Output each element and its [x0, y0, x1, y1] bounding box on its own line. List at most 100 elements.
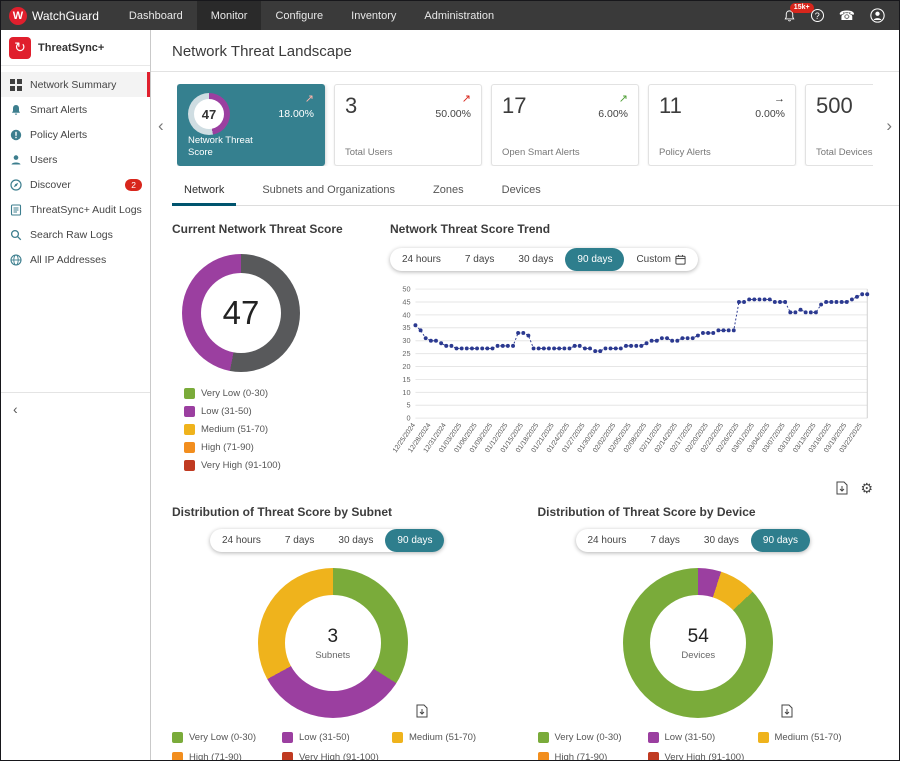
svg-text:15: 15	[402, 375, 410, 384]
phone-support-icon[interactable]: ☎	[839, 9, 855, 22]
brand-name: WatchGuard	[32, 9, 99, 23]
range-label: 7 days	[650, 535, 679, 546]
threat-score-gauge: 47	[182, 254, 300, 372]
legend-swatch	[538, 752, 549, 760]
export-icon[interactable]	[416, 704, 428, 718]
legend-swatch	[648, 752, 659, 760]
range-label: 24 hours	[402, 254, 441, 265]
sidebar-collapse-chevron-icon[interactable]: ‹	[1, 392, 150, 425]
trend-range-custom[interactable]: Custom	[624, 248, 697, 271]
sidebar-item-label: Users	[30, 154, 57, 166]
tab-bar: Network Subnets and Organizations Zones Dev…	[172, 176, 899, 206]
product-header[interactable]: ↻ ThreatSync+	[1, 30, 150, 66]
device-range-7-days[interactable]: 7 days	[638, 529, 691, 552]
stat-card-network-threat-score[interactable]: 47Network Threat Score↗18.00%	[177, 84, 325, 166]
subnet-range-90-days[interactable]: 90 days	[385, 529, 444, 552]
export-icon[interactable]	[836, 481, 848, 495]
sidebar-item-policy-alerts[interactable]: Policy Alerts	[1, 122, 150, 147]
tab-subnets-and-organizations[interactable]: Subnets and Organizations	[250, 176, 407, 206]
stat-label: Policy Alerts	[659, 147, 711, 158]
stat-card-policy-alerts[interactable]: 11Policy Alerts→0.00%	[648, 84, 796, 166]
trend-range-7-days[interactable]: 7 days	[453, 248, 506, 271]
trend-range-90-days[interactable]: 90 days	[565, 248, 624, 271]
compass-icon	[9, 179, 23, 191]
device-range-90-days[interactable]: 90 days	[751, 529, 810, 552]
nav-item-inventory[interactable]: Inventory	[337, 1, 410, 30]
legend-swatch	[538, 732, 549, 743]
range-label: 7 days	[465, 254, 494, 265]
gear-icon[interactable]: ⚙	[860, 481, 873, 495]
sidebar-item-search-raw-logs[interactable]: Search Raw Logs	[1, 222, 150, 247]
legend-label: Medium (51-70)	[201, 424, 268, 435]
svg-text:0: 0	[406, 414, 410, 423]
legend-item-medium-51-70: Medium (51-70)	[184, 424, 384, 435]
sidebar-item-label: Policy Alerts	[30, 129, 87, 141]
legend-item-low-31-50: Low (31-50)	[184, 406, 384, 417]
stat-delta: ↗6.00%	[598, 94, 628, 120]
svg-text:30: 30	[402, 336, 410, 345]
notifications-bell-icon[interactable]: 15k+	[783, 9, 796, 23]
tab-network[interactable]: Network	[172, 176, 236, 206]
svg-text:40: 40	[402, 310, 410, 319]
subnet-range-7-days[interactable]: 7 days	[273, 529, 326, 552]
stat-card-open-smart-alerts[interactable]: 17Open Smart Alerts↗6.00%	[491, 84, 639, 166]
range-label: 30 days	[338, 535, 373, 546]
nav-item-administration[interactable]: Administration	[410, 1, 508, 30]
sidebar-item-threatsync-audit-logs[interactable]: ThreatSync+ Audit Logs	[1, 197, 150, 222]
legend-item-very-high-91-100: Very High (91-100)	[648, 752, 758, 760]
legend-label: Low (31-50)	[665, 732, 716, 743]
bell-icon	[9, 104, 23, 116]
stat-card-total-users[interactable]: 3Total Users↗50.00%	[334, 84, 482, 166]
legend-label: High (71-90)	[201, 442, 254, 453]
carousel-left-arrow-icon[interactable]: ‹	[158, 116, 164, 136]
threat-score-trend-section: Network Threat Score Trend 24 hours7 day…	[384, 222, 879, 495]
sidebar-item-smart-alerts[interactable]: Smart Alerts	[1, 97, 150, 122]
trend-up-icon: ↗	[598, 94, 628, 104]
account-icon[interactable]	[870, 8, 885, 23]
stat-delta: ↗18.00%	[278, 94, 314, 120]
sidebar-item-network-summary[interactable]: Network Summary	[1, 72, 150, 97]
top-charts-row: Current Network Threat Score 47 Very Low…	[151, 206, 899, 495]
range-label: 24 hours	[222, 535, 261, 546]
carousel-right-arrow-icon[interactable]: ›	[886, 116, 892, 136]
export-icon[interactable]	[781, 704, 793, 718]
device-range-30-days[interactable]: 30 days	[692, 529, 751, 552]
gauge-center: 47	[201, 273, 281, 353]
calendar-icon	[675, 254, 686, 265]
legend-item-low-31-50: Low (31-50)	[282, 732, 392, 743]
nav-item-configure[interactable]: Configure	[261, 1, 337, 30]
stat-card-total-devices[interactable]: 500Total Devices	[805, 84, 873, 166]
search-icon	[9, 229, 23, 241]
section-title: Current Network Threat Score	[172, 222, 384, 236]
legend-label: Very High (91-100)	[299, 752, 379, 760]
legend-swatch	[172, 752, 183, 760]
legend-swatch	[282, 732, 293, 743]
legend-label: Very High (91-100)	[665, 752, 745, 760]
subnet-donut-chart: 3 Subnets	[258, 568, 408, 718]
legend-label: Very Low (0-30)	[201, 388, 268, 399]
trend-range-30-days[interactable]: 30 days	[506, 248, 565, 271]
trend-range-24-hours[interactable]: 24 hours	[390, 248, 453, 271]
exclamation-icon	[9, 129, 23, 141]
device-range-24-hours[interactable]: 24 hours	[576, 529, 639, 552]
tab-zones[interactable]: Zones	[421, 176, 476, 206]
range-label: 30 days	[518, 254, 553, 265]
sidebar: ↻ ThreatSync+ Network Summary Smart Alert…	[1, 30, 151, 760]
subnet-range-24-hours[interactable]: 24 hours	[210, 529, 273, 552]
help-icon[interactable]: ?	[811, 9, 824, 22]
legend-item-very-high-91-100: Very High (91-100)	[282, 752, 392, 760]
sidebar-item-all-ip-addresses[interactable]: All IP Addresses	[1, 247, 150, 272]
sidebar-item-discover[interactable]: Discover2	[1, 172, 150, 197]
svg-text:20: 20	[402, 362, 410, 371]
watchguard-brand[interactable]: W WatchGuard	[1, 1, 115, 30]
subnet-range-30-days[interactable]: 30 days	[326, 529, 385, 552]
legend-label: Very Low (0-30)	[555, 732, 622, 743]
bottom-charts-row: Distribution of Threat Score by Subnet 2…	[151, 495, 899, 760]
sidebar-item-users[interactable]: Users	[1, 147, 150, 172]
subnet-count: 3	[327, 626, 338, 648]
nav-item-dashboard[interactable]: Dashboard	[115, 1, 197, 30]
nav-item-monitor[interactable]: Monitor	[197, 1, 262, 30]
sidebar-item-label: Network Summary	[30, 79, 116, 91]
tab-devices[interactable]: Devices	[490, 176, 553, 206]
legend-item-very-low-0-30: Very Low (0-30)	[184, 388, 384, 399]
